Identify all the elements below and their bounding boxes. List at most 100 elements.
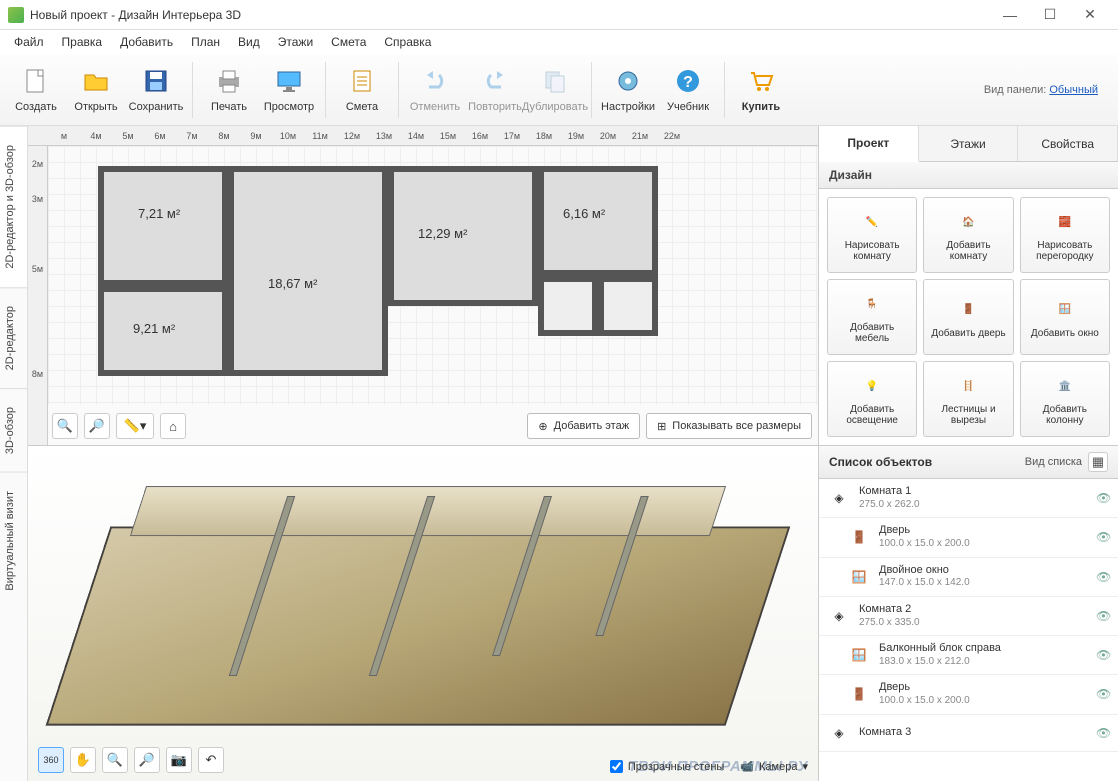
side-tabs: 2D-редактор и 3D-обзор 2D-редактор 3D-об… <box>0 126 28 781</box>
rotate-360-button[interactable]: 360 <box>38 747 64 773</box>
bulb-icon: 💡 <box>858 372 886 400</box>
stairs-button[interactable]: 🪜Лестницы и вырезы <box>923 361 1013 437</box>
object-list-item[interactable]: 🚪 Дверь100.0 x 15.0 x 200.0 👁 <box>819 518 1118 557</box>
draw-room-button[interactable]: ✏️Нарисовать комнату <box>827 197 917 273</box>
dimensions-icon: ⊞ <box>657 420 666 433</box>
visibility-icon[interactable]: 👁 <box>1096 491 1110 505</box>
camera-toggle[interactable]: 📹 Камера ▾ <box>740 760 808 773</box>
object-list-item[interactable]: ◈ Комната 2275.0 x 335.0 👁 <box>819 597 1118 636</box>
tab-2d-3d[interactable]: 2D-редактор и 3D-обзор <box>0 126 27 287</box>
undo-button[interactable]: Отменить <box>407 61 463 117</box>
app-icon <box>8 7 24 23</box>
room-area-label: 9,21 м² <box>133 321 175 336</box>
measure-button[interactable]: 📏▾ <box>116 413 154 439</box>
menu-plan[interactable]: План <box>183 32 228 52</box>
new-file-icon <box>20 65 52 97</box>
tutorial-button[interactable]: ? Учебник <box>660 61 716 117</box>
object-type-icon: 🚪 <box>847 682 871 706</box>
menu-floors[interactable]: Этажи <box>270 32 321 52</box>
room-area-label: 12,29 м² <box>418 226 467 241</box>
camera-icon: 📹 <box>740 760 754 773</box>
stairs-icon: 🪜 <box>954 372 982 400</box>
buy-button[interactable]: Купить <box>733 61 789 117</box>
tab-3d[interactable]: 3D-обзор <box>0 388 27 472</box>
menu-file[interactable]: Файл <box>6 32 52 52</box>
object-list-item[interactable]: ◈ Комната 1275.0 x 262.0 👁 <box>819 479 1118 518</box>
add-door-button[interactable]: 🚪Добавить дверь <box>923 279 1013 355</box>
column-icon: 🏛️ <box>1051 372 1079 400</box>
add-floor-button[interactable]: ⊕ Добавить этаж <box>527 413 640 439</box>
zoom-in-3d-button[interactable]: 🔎 <box>134 747 160 773</box>
toolbar: Создать Открыть Сохранить Печать Просмот… <box>0 54 1118 126</box>
zoom-out-button[interactable]: 🔍 <box>52 413 78 439</box>
add-column-button[interactable]: 🏛️Добавить колонну <box>1020 361 1110 437</box>
menu-view[interactable]: Вид <box>230 32 268 52</box>
add-room-button[interactable]: 🏠Добавить комнату <box>923 197 1013 273</box>
save-button[interactable]: Сохранить <box>128 61 184 117</box>
visibility-icon[interactable]: 👁 <box>1096 726 1110 740</box>
print-button[interactable]: Печать <box>201 61 257 117</box>
object-list-item[interactable]: 🪟 Двойное окно147.0 x 15.0 x 142.0 👁 <box>819 558 1118 597</box>
reset-view-button[interactable]: ↶ <box>198 747 224 773</box>
list-view-toggle[interactable]: ▦ <box>1088 452 1108 472</box>
home-button[interactable]: ⌂ <box>160 413 186 439</box>
object-list-item[interactable]: 🚪 Дверь100.0 x 15.0 x 200.0 👁 <box>819 675 1118 714</box>
redo-button[interactable]: Повторить <box>467 61 523 117</box>
zoom-in-button[interactable]: 🔎 <box>84 413 110 439</box>
monitor-icon <box>273 65 305 97</box>
ruler-vertical: 2м3м5м8м <box>28 146 48 445</box>
tab-project[interactable]: Проект <box>819 126 919 162</box>
duplicate-icon <box>539 65 571 97</box>
zoom-out-3d-button[interactable]: 🔍 <box>102 747 128 773</box>
open-button[interactable]: Открыть <box>68 61 124 117</box>
duplicate-button[interactable]: Дублировать <box>527 61 583 117</box>
menu-help[interactable]: Справка <box>376 32 439 52</box>
view-3d[interactable]: ТВОИ ПРОГРАММЫ РУ 360 ✋ 🔍 🔎 📷 ↶ Прозрачн… <box>28 446 818 781</box>
preview-button[interactable]: Просмотр <box>261 61 317 117</box>
object-list-item[interactable]: ◈ Комната 3 👁 <box>819 715 1118 752</box>
draw-partition-button[interactable]: 🧱Нарисовать перегородку <box>1020 197 1110 273</box>
visibility-icon[interactable]: 👁 <box>1096 648 1110 662</box>
settings-button[interactable]: Настройки <box>600 61 656 117</box>
screenshot-button[interactable]: 📷 <box>166 747 192 773</box>
minimize-button[interactable]: — <box>990 1 1030 29</box>
maximize-button[interactable]: ☐ <box>1030 1 1070 29</box>
menu-budget[interactable]: Смета <box>323 32 374 52</box>
create-button[interactable]: Создать <box>8 61 64 117</box>
close-button[interactable]: ✕ <box>1070 1 1110 29</box>
add-furniture-button[interactable]: 🪑Добавить мебель <box>827 279 917 355</box>
objects-list: ◈ Комната 1275.0 x 262.0 👁🚪 Дверь100.0 x… <box>819 479 1118 781</box>
window-title: Новый проект - Дизайн Интерьера 3D <box>30 8 990 22</box>
pencil-room-icon: ✏️ <box>858 208 886 236</box>
add-lighting-button[interactable]: 💡Добавить освещение <box>827 361 917 437</box>
object-type-icon: ◈ <box>827 604 851 628</box>
plan-2d-view[interactable]: 2м3м5м8м 7,21 м² 18,67 м² 12,29 м² 6,16 … <box>28 146 818 446</box>
gear-icon <box>612 65 644 97</box>
tab-2d[interactable]: 2D-редактор <box>0 287 27 388</box>
menu-edit[interactable]: Правка <box>54 32 111 52</box>
tab-floors[interactable]: Этажи <box>919 126 1019 161</box>
visibility-icon[interactable]: 👁 <box>1096 570 1110 584</box>
add-window-button[interactable]: 🪟Добавить окно <box>1020 279 1110 355</box>
printer-icon <box>213 65 245 97</box>
object-type-icon: 🪟 <box>847 643 871 667</box>
show-dimensions-button[interactable]: ⊞ Показывать все размеры <box>646 413 812 439</box>
menubar: Файл Правка Добавить План Вид Этажи Смет… <box>0 30 1118 54</box>
menu-add[interactable]: Добавить <box>112 32 181 52</box>
budget-button[interactable]: Смета <box>334 61 390 117</box>
visibility-icon[interactable]: 👁 <box>1096 687 1110 701</box>
notepad-icon <box>346 65 378 97</box>
titlebar: Новый проект - Дизайн Интерьера 3D — ☐ ✕ <box>0 0 1118 30</box>
object-type-icon: 🚪 <box>847 525 871 549</box>
visibility-icon[interactable]: 👁 <box>1096 609 1110 623</box>
plus-icon: ⊕ <box>538 420 547 433</box>
transparent-walls-checkbox[interactable]: Прозрачные стены <box>610 760 724 773</box>
panel-mode-link[interactable]: Обычный <box>1049 84 1098 96</box>
tab-properties[interactable]: Свойства <box>1018 126 1118 161</box>
objects-header: Список объектов <box>829 455 932 469</box>
object-type-icon: ◈ <box>827 486 851 510</box>
tab-virtual[interactable]: Виртуальный визит <box>0 472 27 609</box>
visibility-icon[interactable]: 👁 <box>1096 530 1110 544</box>
object-list-item[interactable]: 🪟 Балконный блок справа183.0 x 15.0 x 21… <box>819 636 1118 675</box>
pan-button[interactable]: ✋ <box>70 747 96 773</box>
